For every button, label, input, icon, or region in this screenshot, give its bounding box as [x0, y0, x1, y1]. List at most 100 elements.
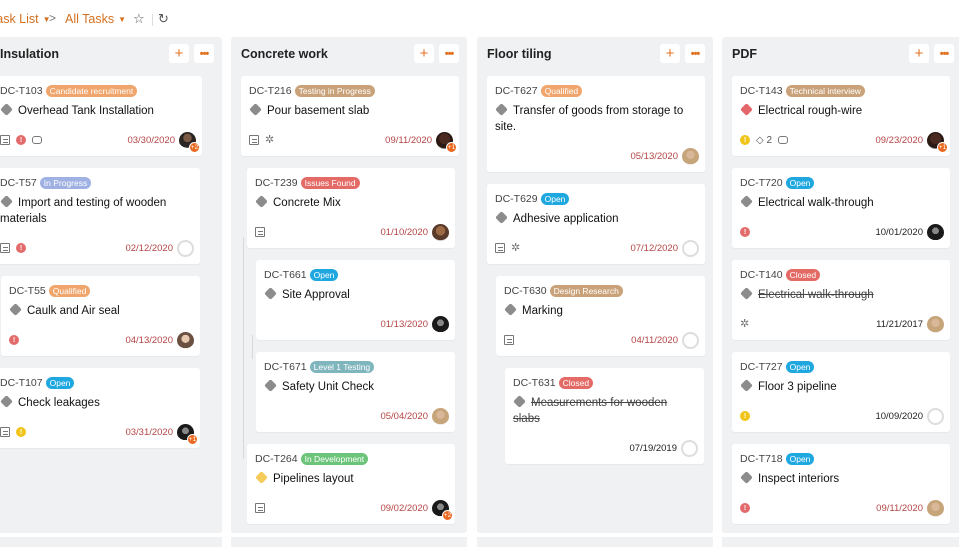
- task-title[interactable]: Floor 3 pipeline: [740, 379, 938, 395]
- task-card[interactable]: DC-T55 Qualified Caulk and Air seal! 04/13/…: [1, 276, 200, 356]
- assignee-avatar[interactable]: [432, 223, 449, 241]
- task-id[interactable]: DC-T718: [740, 453, 783, 465]
- task-card[interactable]: DC-T631 Closed Measurements for wooden sla…: [505, 368, 704, 464]
- star-icon[interactable]: ☆: [133, 11, 145, 27]
- subtasks-icon[interactable]: [495, 243, 505, 253]
- task-title[interactable]: Transfer of goods from storage to site.: [495, 103, 693, 135]
- assignee-avatar[interactable]: [432, 315, 449, 333]
- task-title[interactable]: Electrical walk-through: [740, 287, 938, 303]
- more-options-button[interactable]: •••: [685, 44, 705, 63]
- task-id[interactable]: DC-T720: [740, 177, 783, 189]
- task-card[interactable]: DC-T661 Open Site Approval 01/13/2020: [256, 260, 455, 340]
- task-title[interactable]: Electrical walk-through: [740, 195, 938, 211]
- more-options-button[interactable]: •••: [934, 44, 954, 63]
- add-task-button[interactable]: +: [414, 44, 434, 63]
- bug-icon[interactable]: ✲: [511, 243, 520, 254]
- due-date: 01/10/2020: [380, 226, 428, 238]
- assignee-avatar[interactable]: [927, 499, 944, 517]
- task-id[interactable]: DC-T143: [740, 85, 783, 97]
- assignee-avatar[interactable]: +1: [436, 131, 457, 153]
- task-title[interactable]: Marking: [504, 303, 693, 319]
- task-title[interactable]: Site Approval: [264, 287, 443, 303]
- task-card[interactable]: DC-T57 In Progress Import and testing of w…: [0, 168, 200, 264]
- subtasks-icon[interactable]: [504, 335, 514, 345]
- assignee-avatar[interactable]: +2: [432, 499, 453, 521]
- task-id[interactable]: DC-T727: [740, 361, 783, 373]
- breadcrumb-all-tasks[interactable]: All Tasks ▼: [65, 12, 126, 26]
- task-card[interactable]: DC-T629 Open Adhesive application ✲ 07/12/20…: [487, 184, 705, 264]
- bug-icon[interactable]: ✲: [265, 135, 274, 146]
- assignee-avatar[interactable]: [177, 331, 194, 349]
- task-id[interactable]: DC-T140: [740, 269, 783, 281]
- bug-icon[interactable]: ✲: [740, 319, 749, 330]
- comment-icon[interactable]: [778, 136, 789, 144]
- task-id[interactable]: DC-T627: [495, 85, 538, 97]
- assignee-avatar[interactable]: [681, 439, 698, 457]
- assignee-avatar[interactable]: [682, 331, 699, 349]
- task-title[interactable]: Overhead Tank Installation: [0, 103, 190, 119]
- task-title[interactable]: Electrical rough-wire: [740, 103, 938, 119]
- add-task-button[interactable]: +: [909, 44, 929, 63]
- refresh-icon[interactable]: ↻: [158, 11, 169, 27]
- subtasks-icon[interactable]: [0, 135, 10, 145]
- task-title[interactable]: Concrete Mix: [255, 195, 443, 211]
- task-title[interactable]: Caulk and Air seal: [9, 303, 188, 319]
- task-title[interactable]: Measurements for wooden slabs: [513, 395, 692, 427]
- task-id[interactable]: DC-T216: [249, 85, 292, 97]
- subtasks-icon[interactable]: [0, 243, 10, 253]
- tag-icon[interactable]: ◇ 2: [756, 135, 772, 146]
- more-options-button[interactable]: •••: [194, 44, 214, 63]
- task-id[interactable]: DC-T661: [264, 269, 307, 281]
- task-id[interactable]: DC-T107: [0, 377, 43, 389]
- assignee-avatar[interactable]: [927, 315, 944, 333]
- assignee-avatar[interactable]: [927, 223, 944, 241]
- task-card[interactable]: DC-T107 Open Check leakages! 03/31/2020 +1: [0, 368, 200, 448]
- subtasks-icon[interactable]: [255, 227, 265, 237]
- more-options-button[interactable]: •••: [439, 44, 459, 63]
- task-id[interactable]: DC-T239: [255, 177, 298, 189]
- subtasks-icon[interactable]: [255, 503, 265, 513]
- task-title[interactable]: Inspect interiors: [740, 471, 938, 487]
- add-task-button[interactable]: +: [169, 44, 189, 63]
- task-card[interactable]: DC-T264 In Development Pipelines layout 09/…: [247, 444, 455, 524]
- assignee-avatar[interactable]: [177, 239, 194, 257]
- task-id[interactable]: DC-T55: [9, 285, 46, 297]
- assignee-avatar[interactable]: +1: [177, 423, 198, 445]
- task-card[interactable]: DC-T718 Open Inspect interiors! 09/11/2020: [732, 444, 950, 524]
- task-id[interactable]: DC-T629: [495, 193, 538, 205]
- task-card[interactable]: DC-T627 Qualified Transfer of goods from s…: [487, 76, 705, 172]
- task-card[interactable]: DC-T727 Open Floor 3 pipeline! 10/09/2020: [732, 352, 950, 432]
- assignee-avatar[interactable]: +2: [179, 131, 200, 153]
- priority-icon: [495, 103, 508, 116]
- task-card[interactable]: DC-T103 Candidate recruitment Overhead Tan…: [0, 76, 202, 156]
- task-card[interactable]: DC-T671 Level 1 Testing Safety Unit Check 0…: [256, 352, 455, 432]
- task-card[interactable]: DC-T140 Closed Electrical walk-through ✲ 11/…: [732, 260, 950, 340]
- subtasks-icon[interactable]: [0, 427, 10, 437]
- add-task-button[interactable]: +: [660, 44, 680, 63]
- subtasks-icon[interactable]: [249, 135, 259, 145]
- task-id[interactable]: DC-T103: [0, 85, 43, 97]
- task-card[interactable]: DC-T630 Design Research Marking 04/11/2020: [496, 276, 705, 356]
- task-title[interactable]: Pipelines layout: [255, 471, 443, 487]
- task-id[interactable]: DC-T631: [513, 377, 556, 389]
- comment-icon[interactable]: [32, 136, 42, 144]
- task-title[interactable]: Check leakages: [0, 395, 188, 411]
- task-card[interactable]: DC-T216 Testing in Progress Pour basement …: [241, 76, 459, 156]
- task-id[interactable]: DC-T57: [0, 177, 37, 189]
- task-title[interactable]: Safety Unit Check: [264, 379, 443, 395]
- task-id[interactable]: DC-T630: [504, 285, 547, 297]
- task-title[interactable]: Adhesive application: [495, 211, 693, 227]
- assignee-avatar[interactable]: [682, 239, 699, 257]
- task-id[interactable]: DC-T264: [255, 453, 298, 465]
- task-card[interactable]: DC-T143 Technical interview Electrical rou…: [732, 76, 950, 156]
- assignee-avatar[interactable]: [682, 147, 699, 165]
- task-card[interactable]: DC-T720 Open Electrical walk-through! 10/01…: [732, 168, 950, 248]
- task-title[interactable]: Pour basement slab: [249, 103, 447, 119]
- assignee-avatar[interactable]: [927, 407, 944, 425]
- breadcrumb-task-list[interactable]: Task List ▼: [0, 12, 51, 26]
- assignee-avatar[interactable]: +1: [927, 131, 948, 153]
- assignee-avatar[interactable]: [432, 407, 449, 425]
- task-card[interactable]: DC-T239 Issues Found Concrete Mix 01/10/202…: [247, 168, 455, 248]
- task-title[interactable]: Import and testing of wooden materials: [0, 195, 188, 227]
- task-id[interactable]: DC-T671: [264, 361, 307, 373]
